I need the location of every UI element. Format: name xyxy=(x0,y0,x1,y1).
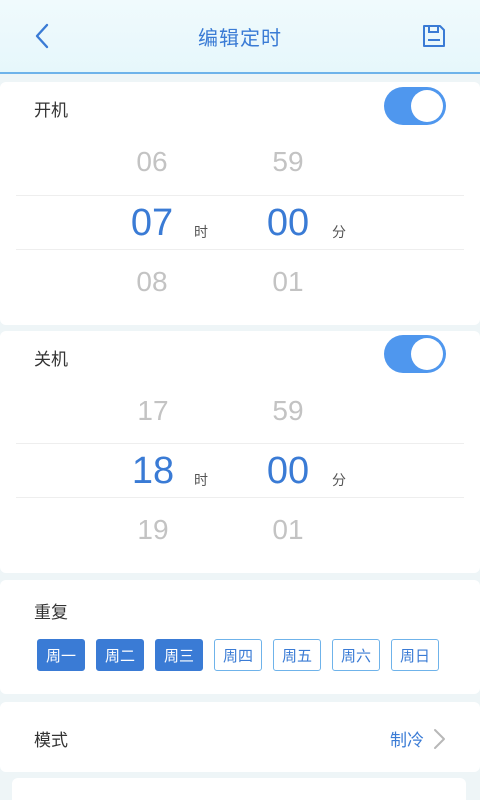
hour-prev[interactable]: 06 xyxy=(112,146,192,178)
day-thursday[interactable]: 周四 xyxy=(214,639,262,671)
mode-selector[interactable]: 制冷 xyxy=(390,726,448,751)
chevron-right-icon xyxy=(434,728,445,749)
minute-prev[interactable]: 59 xyxy=(248,395,328,427)
minute-unit: 分 xyxy=(332,473,346,489)
power-off-card: 关机 17 59 18 时 00 分 19 01 xyxy=(0,331,480,573)
repeat-label: 重复 xyxy=(34,603,68,623)
power-off-toggle[interactable] xyxy=(384,335,446,373)
save-button[interactable] xyxy=(416,18,452,54)
power-off-label: 关机 xyxy=(34,350,68,370)
hour-unit: 时 xyxy=(194,225,208,241)
weekday-selector: 周一 周二 周三 周四 周五 周六 周日 xyxy=(37,639,450,671)
mode-value: 制冷 xyxy=(390,731,424,751)
day-tuesday[interactable]: 周二 xyxy=(96,639,144,671)
hour-prev[interactable]: 17 xyxy=(113,395,193,427)
minute-next[interactable]: 01 xyxy=(248,514,328,546)
page-title: 编辑定时 xyxy=(198,26,282,50)
minute-unit: 分 xyxy=(332,225,346,241)
power-on-toggle[interactable] xyxy=(384,87,446,125)
hour-next[interactable]: 08 xyxy=(112,266,192,298)
top-bar: 编辑定时 xyxy=(0,0,480,74)
toggle-knob xyxy=(411,90,443,122)
hour-next[interactable]: 19 xyxy=(113,514,193,546)
day-sunday[interactable]: 周日 xyxy=(391,639,439,671)
day-monday[interactable]: 周一 xyxy=(37,639,85,671)
mode-row[interactable]: 模式 制冷 xyxy=(0,702,480,772)
minute-prev[interactable]: 59 xyxy=(248,146,328,178)
hour-selected[interactable]: 18 xyxy=(113,450,193,493)
power-on-card: 开机 06 59 07 时 00 分 08 01 xyxy=(0,82,480,325)
hour-selected[interactable]: 07 xyxy=(112,202,192,245)
save-icon xyxy=(423,25,445,47)
hour-unit: 时 xyxy=(194,473,208,489)
day-saturday[interactable]: 周六 xyxy=(332,639,380,671)
picker-divider-bottom xyxy=(16,249,464,250)
picker-divider-top xyxy=(16,443,464,444)
picker-divider-top xyxy=(16,195,464,196)
mode-label: 模式 xyxy=(34,731,68,751)
toggle-knob xyxy=(411,338,443,370)
minute-selected[interactable]: 00 xyxy=(248,202,328,245)
day-wednesday[interactable]: 周三 xyxy=(155,639,203,671)
power-on-label: 开机 xyxy=(34,101,68,121)
repeat-card: 重复 周一 周二 周三 周四 周五 周六 周日 xyxy=(0,580,480,694)
minute-next[interactable]: 01 xyxy=(248,266,328,298)
day-friday[interactable]: 周五 xyxy=(273,639,321,671)
picker-divider-bottom xyxy=(16,497,464,498)
next-card xyxy=(12,778,466,800)
minute-selected[interactable]: 00 xyxy=(248,450,328,493)
